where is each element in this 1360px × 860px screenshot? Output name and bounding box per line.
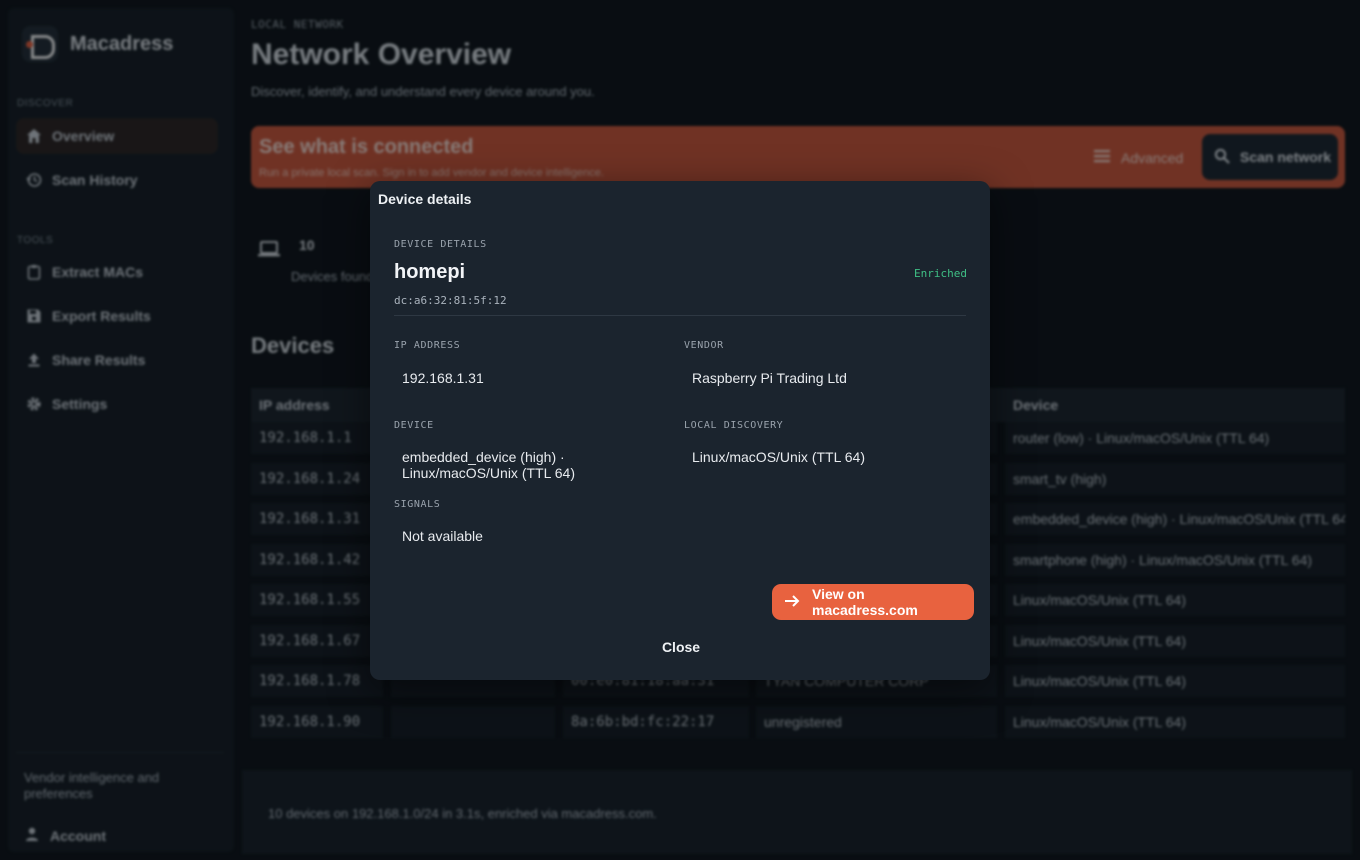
device-label: DEVICE	[394, 420, 434, 431]
vendor-label: VENDOR	[684, 340, 724, 351]
device-name: homepi	[394, 261, 466, 283]
signals-value: Not available	[402, 528, 483, 544]
close-button[interactable]: Close	[653, 630, 709, 664]
local-discovery-value: Linux/macOS/Unix (TTL 64)	[692, 449, 865, 465]
device-details-modal: Device details DEVICE DETAILS homepi Enr…	[370, 181, 990, 680]
device-mac: dc:a6:32:81:5f:12	[394, 294, 507, 307]
arrow-right-icon	[784, 594, 800, 611]
signals-label: SIGNALS	[394, 499, 441, 510]
modal-title: Device details	[378, 191, 472, 207]
ip-address-label: IP ADDRESS	[394, 340, 461, 351]
vendor-value: Raspberry Pi Trading Ltd	[692, 370, 847, 386]
modal-divider	[394, 315, 966, 316]
device-details-kicker: DEVICE DETAILS	[394, 239, 487, 250]
view-on-macadress-label: View on macadress.com	[812, 586, 918, 618]
enriched-badge: Enriched	[914, 267, 967, 280]
device-value: embedded_device (high) · Linux/macOS/Uni…	[402, 449, 575, 481]
view-on-macadress-button[interactable]: View on macadress.com	[772, 584, 974, 620]
local-discovery-label: LOCAL DISCOVERY	[684, 420, 784, 431]
ip-address-value: 192.168.1.31	[402, 370, 484, 386]
